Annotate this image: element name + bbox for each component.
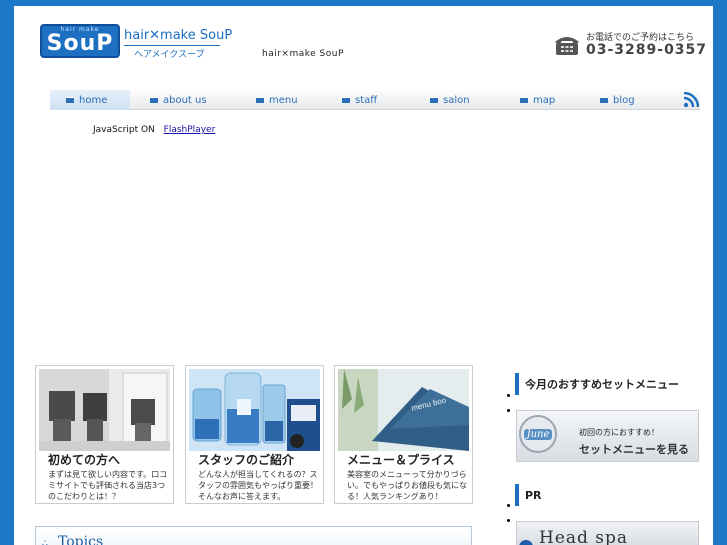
- list-bullet: [507, 409, 510, 412]
- nav-label: menu: [269, 94, 298, 106]
- nav-bullet-icon: [600, 97, 608, 103]
- nav-menu[interactable]: menu: [256, 90, 298, 110]
- list-bullet: [507, 504, 510, 507]
- nav-blog[interactable]: blog: [600, 90, 635, 110]
- card-title: メニュー＆プライス: [347, 453, 455, 467]
- header-tagline: hair×make SouP: [262, 49, 344, 59]
- head-spa-text: Head spa: [539, 528, 629, 545]
- brand-katakana: ヘアメイクスープ: [134, 50, 205, 60]
- month-label: June: [523, 428, 553, 440]
- head-spa-banner[interactable]: Head spa: [516, 521, 699, 545]
- nav-bullet-icon: [66, 97, 74, 103]
- topics-section: ∴ Topics: [35, 526, 472, 545]
- card-description: まずは見て欲しい内容です。口コミサイトでも評価される当店3つのこだわりとは！？: [48, 470, 168, 501]
- nav-salon[interactable]: salon: [430, 90, 470, 110]
- nav-bullet-icon: [520, 97, 528, 103]
- telephone-icon: [555, 37, 579, 55]
- nav-bullet-icon: [150, 97, 158, 103]
- nav-label: home: [79, 94, 108, 106]
- nav-staff[interactable]: staff: [342, 90, 377, 110]
- nav-map[interactable]: map: [520, 90, 555, 110]
- banner-subtext: 初回の方におすすめ！: [579, 428, 659, 437]
- logo-text: SouP: [46, 31, 114, 56]
- brand-english: hair✕make SouP: [124, 28, 233, 43]
- flash-notice: JavaScript ON FlashPlayer: [93, 125, 215, 135]
- recommend-heading: 今月のおすすめセットメニュー: [515, 373, 700, 395]
- nav-label: map: [533, 94, 556, 106]
- card-menu-price[interactable]: menu boo メニュー＆プライス 美容室のメニューって分かりづらい。でもやっ…: [334, 365, 473, 504]
- page: hair make SouP hair✕make SouP ヘアメイクスープ h…: [14, 6, 713, 545]
- list-bullet: [507, 394, 510, 397]
- rss-icon[interactable]: [683, 92, 699, 108]
- salon-chairs-image: [39, 369, 170, 451]
- nav-bullet-icon: [430, 97, 438, 103]
- bullet-circle-icon: [519, 540, 533, 545]
- pr-heading: PR: [515, 484, 700, 506]
- nav-label: about us: [163, 94, 207, 106]
- card-staff[interactable]: スタッフのご紹介 どんな人が担当してくれるの？スタッフの雰囲気もやっぱり重要！そ…: [185, 365, 324, 504]
- card-title: スタッフのご紹介: [198, 453, 295, 467]
- blue-jars-image: [189, 369, 320, 451]
- list-bullet: [507, 519, 510, 522]
- card-title: 初めての方へ: [48, 453, 121, 467]
- set-menu-banner[interactable]: June 初回の方におすすめ！ セットメニューを見る: [516, 410, 699, 462]
- nav-label: blog: [613, 94, 635, 106]
- topics-title: Topics: [58, 534, 104, 545]
- nav-bullet-icon: [256, 97, 264, 103]
- phone-number[interactable]: 03-3289-0357: [586, 42, 707, 58]
- nav-bullet-icon: [342, 97, 350, 103]
- dots-icon: ∴: [42, 539, 48, 545]
- nav-home[interactable]: home: [50, 90, 130, 110]
- site-logo[interactable]: hair make SouP: [40, 24, 120, 58]
- main-nav: home about us menu staff salon map blog: [50, 90, 700, 110]
- brand-divider: [124, 45, 220, 46]
- flashplayer-link[interactable]: FlashPlayer: [164, 125, 216, 135]
- nav-label: salon: [443, 94, 470, 106]
- nav-about-us[interactable]: about us: [150, 90, 207, 110]
- card-description: 美容室のメニューって分かりづらい。でもやっぱりお値段も気になる！人気ランキングあ…: [347, 470, 467, 501]
- card-description: どんな人が担当してくれるの？スタッフの雰囲気もやっぱり重要！そんなお声に答えます…: [198, 470, 318, 501]
- calendar-month-badge: June: [519, 415, 557, 453]
- menu-book-image: menu boo: [338, 369, 469, 451]
- card-first-visit[interactable]: 初めての方へ まずは見て欲しい内容です。口コミサイトでも評価される当店3つのこだ…: [35, 365, 174, 504]
- banner-maintext: セットメニューを見る: [579, 443, 689, 456]
- nav-label: staff: [355, 94, 378, 106]
- brand-name: hair✕make SouP ヘアメイクスープ: [124, 28, 234, 60]
- flash-notice-text: JavaScript ON: [93, 125, 155, 135]
